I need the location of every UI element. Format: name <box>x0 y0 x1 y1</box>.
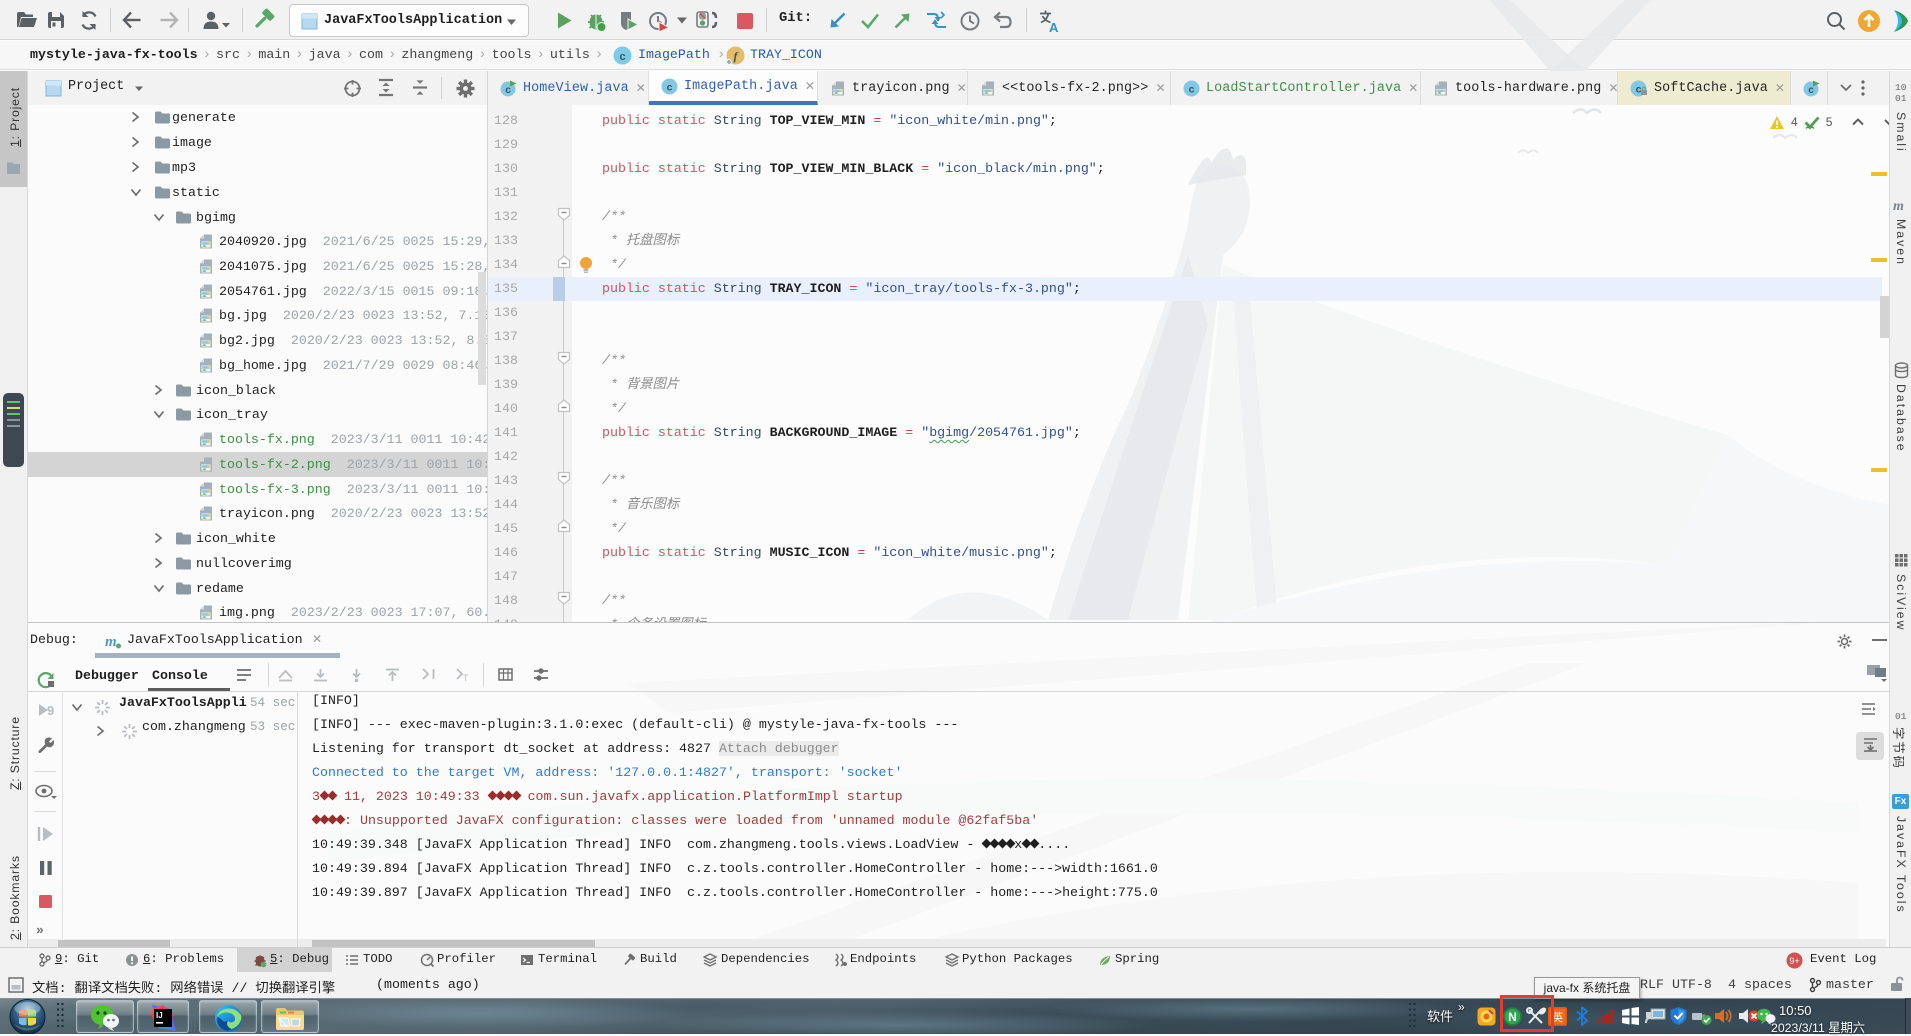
svg-text:m: m <box>105 634 117 649</box>
svg-text:9: 9 <box>47 703 54 718</box>
svg-text:c: c <box>619 51 625 63</box>
svg-text:c: c <box>667 81 673 93</box>
svg-text:c: c <box>1636 83 1642 95</box>
svg-text:9+: 9+ <box>1789 956 1799 966</box>
svg-text:A: A <box>1049 20 1059 33</box>
svg-text:c: c <box>1808 85 1814 96</box>
svg-text:IJ: IJ <box>156 1011 163 1020</box>
svg-text:c: c <box>1189 83 1195 95</box>
svg-text:c: c <box>505 85 511 96</box>
svg-text:T: T <box>463 673 469 683</box>
